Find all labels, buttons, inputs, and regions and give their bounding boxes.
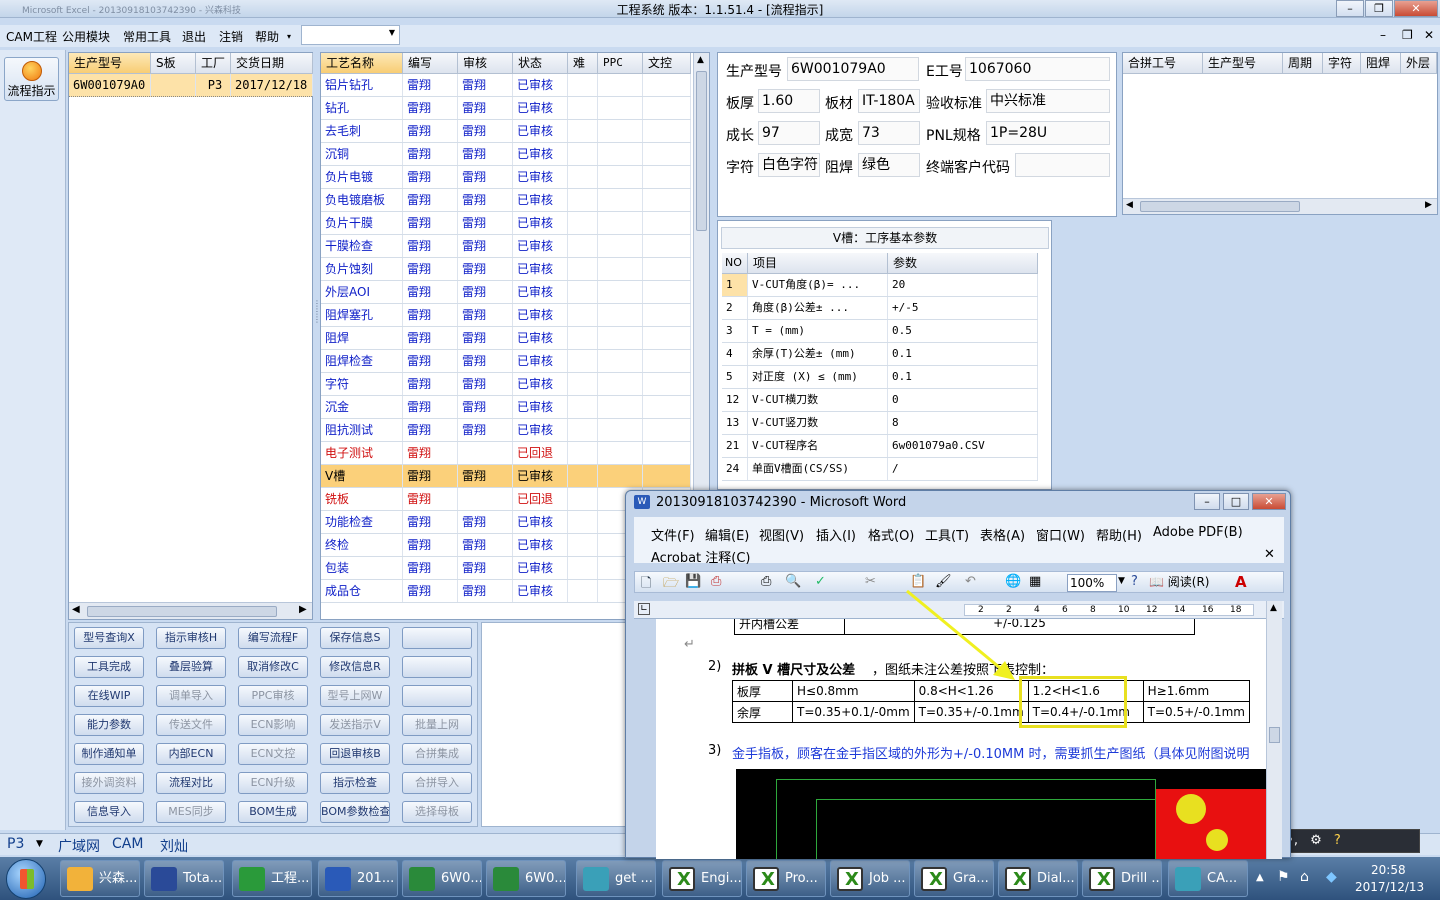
annotation-arrow	[906, 589, 1015, 680]
arrow-line	[906, 589, 1006, 674]
